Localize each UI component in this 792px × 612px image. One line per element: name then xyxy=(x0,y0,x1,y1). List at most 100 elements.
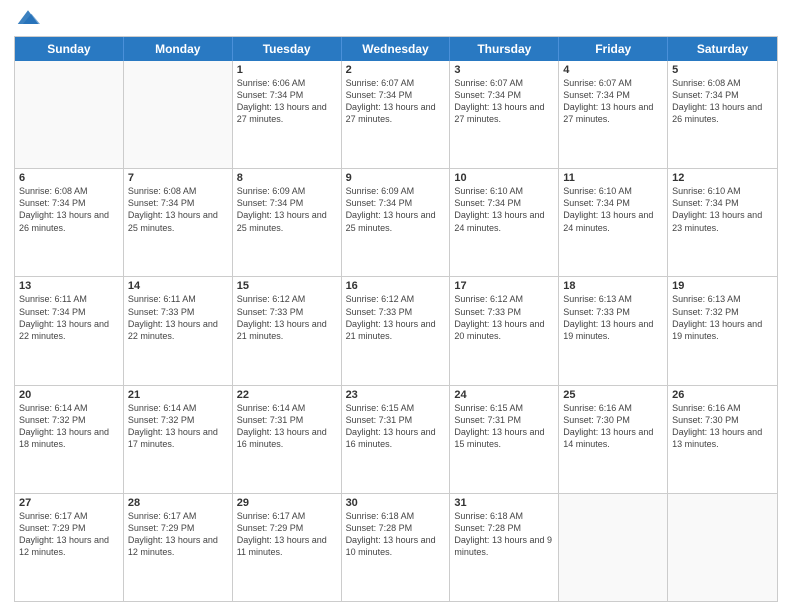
day-detail: Sunrise: 6:16 AM Sunset: 7:30 PM Dayligh… xyxy=(563,402,663,451)
calendar-header: SundayMondayTuesdayWednesdayThursdayFrid… xyxy=(15,37,777,61)
day-detail: Sunrise: 6:09 AM Sunset: 7:34 PM Dayligh… xyxy=(346,185,446,234)
day-detail: Sunrise: 6:14 AM Sunset: 7:32 PM Dayligh… xyxy=(19,402,119,451)
header-day-friday: Friday xyxy=(559,37,668,61)
calendar-cell: 2Sunrise: 6:07 AM Sunset: 7:34 PM Daylig… xyxy=(342,61,451,168)
calendar-body: 1Sunrise: 6:06 AM Sunset: 7:34 PM Daylig… xyxy=(15,61,777,601)
day-number: 11 xyxy=(563,172,663,184)
logo xyxy=(14,10,40,28)
day-detail: Sunrise: 6:11 AM Sunset: 7:33 PM Dayligh… xyxy=(128,293,228,342)
day-detail: Sunrise: 6:16 AM Sunset: 7:30 PM Dayligh… xyxy=(672,402,773,451)
day-number: 24 xyxy=(454,389,554,401)
day-number: 7 xyxy=(128,172,228,184)
day-number: 25 xyxy=(563,389,663,401)
calendar-cell: 9Sunrise: 6:09 AM Sunset: 7:34 PM Daylig… xyxy=(342,169,451,276)
day-detail: Sunrise: 6:10 AM Sunset: 7:34 PM Dayligh… xyxy=(454,185,554,234)
calendar-week-2: 6Sunrise: 6:08 AM Sunset: 7:34 PM Daylig… xyxy=(15,169,777,277)
day-number: 15 xyxy=(237,280,337,292)
day-number: 10 xyxy=(454,172,554,184)
calendar-cell: 31Sunrise: 6:18 AM Sunset: 7:28 PM Dayli… xyxy=(450,494,559,601)
day-number: 12 xyxy=(672,172,773,184)
day-detail: Sunrise: 6:12 AM Sunset: 7:33 PM Dayligh… xyxy=(346,293,446,342)
header-day-sunday: Sunday xyxy=(15,37,124,61)
day-detail: Sunrise: 6:14 AM Sunset: 7:32 PM Dayligh… xyxy=(128,402,228,451)
day-number: 18 xyxy=(563,280,663,292)
day-number: 17 xyxy=(454,280,554,292)
day-detail: Sunrise: 6:12 AM Sunset: 7:33 PM Dayligh… xyxy=(237,293,337,342)
logo-icon xyxy=(16,8,40,28)
day-number: 14 xyxy=(128,280,228,292)
day-number: 8 xyxy=(237,172,337,184)
calendar-week-5: 27Sunrise: 6:17 AM Sunset: 7:29 PM Dayli… xyxy=(15,494,777,601)
calendar-cell: 8Sunrise: 6:09 AM Sunset: 7:34 PM Daylig… xyxy=(233,169,342,276)
calendar-week-4: 20Sunrise: 6:14 AM Sunset: 7:32 PM Dayli… xyxy=(15,386,777,494)
calendar-cell xyxy=(559,494,668,601)
calendar-cell: 29Sunrise: 6:17 AM Sunset: 7:29 PM Dayli… xyxy=(233,494,342,601)
day-number: 30 xyxy=(346,497,446,509)
header-day-tuesday: Tuesday xyxy=(233,37,342,61)
day-detail: Sunrise: 6:15 AM Sunset: 7:31 PM Dayligh… xyxy=(454,402,554,451)
calendar-cell: 6Sunrise: 6:08 AM Sunset: 7:34 PM Daylig… xyxy=(15,169,124,276)
day-number: 6 xyxy=(19,172,119,184)
day-number: 19 xyxy=(672,280,773,292)
calendar-cell: 13Sunrise: 6:11 AM Sunset: 7:34 PM Dayli… xyxy=(15,277,124,384)
calendar-cell: 19Sunrise: 6:13 AM Sunset: 7:32 PM Dayli… xyxy=(668,277,777,384)
calendar-cell: 24Sunrise: 6:15 AM Sunset: 7:31 PM Dayli… xyxy=(450,386,559,493)
calendar-cell xyxy=(15,61,124,168)
calendar-cell: 3Sunrise: 6:07 AM Sunset: 7:34 PM Daylig… xyxy=(450,61,559,168)
day-detail: Sunrise: 6:08 AM Sunset: 7:34 PM Dayligh… xyxy=(672,77,773,126)
calendar-cell: 20Sunrise: 6:14 AM Sunset: 7:32 PM Dayli… xyxy=(15,386,124,493)
day-detail: Sunrise: 6:17 AM Sunset: 7:29 PM Dayligh… xyxy=(237,510,337,559)
day-number: 21 xyxy=(128,389,228,401)
calendar-cell: 18Sunrise: 6:13 AM Sunset: 7:33 PM Dayli… xyxy=(559,277,668,384)
calendar-cell: 14Sunrise: 6:11 AM Sunset: 7:33 PM Dayli… xyxy=(124,277,233,384)
page: SundayMondayTuesdayWednesdayThursdayFrid… xyxy=(0,0,792,612)
day-detail: Sunrise: 6:08 AM Sunset: 7:34 PM Dayligh… xyxy=(19,185,119,234)
day-detail: Sunrise: 6:17 AM Sunset: 7:29 PM Dayligh… xyxy=(128,510,228,559)
day-number: 5 xyxy=(672,64,773,76)
header-day-wednesday: Wednesday xyxy=(342,37,451,61)
day-number: 4 xyxy=(563,64,663,76)
day-number: 3 xyxy=(454,64,554,76)
day-number: 16 xyxy=(346,280,446,292)
calendar-cell: 21Sunrise: 6:14 AM Sunset: 7:32 PM Dayli… xyxy=(124,386,233,493)
day-detail: Sunrise: 6:06 AM Sunset: 7:34 PM Dayligh… xyxy=(237,77,337,126)
day-number: 9 xyxy=(346,172,446,184)
calendar-cell: 15Sunrise: 6:12 AM Sunset: 7:33 PM Dayli… xyxy=(233,277,342,384)
day-detail: Sunrise: 6:07 AM Sunset: 7:34 PM Dayligh… xyxy=(563,77,663,126)
day-detail: Sunrise: 6:10 AM Sunset: 7:34 PM Dayligh… xyxy=(563,185,663,234)
day-detail: Sunrise: 6:17 AM Sunset: 7:29 PM Dayligh… xyxy=(19,510,119,559)
day-detail: Sunrise: 6:09 AM Sunset: 7:34 PM Dayligh… xyxy=(237,185,337,234)
day-detail: Sunrise: 6:13 AM Sunset: 7:32 PM Dayligh… xyxy=(672,293,773,342)
day-detail: Sunrise: 6:18 AM Sunset: 7:28 PM Dayligh… xyxy=(346,510,446,559)
day-number: 27 xyxy=(19,497,119,509)
calendar-cell: 7Sunrise: 6:08 AM Sunset: 7:34 PM Daylig… xyxy=(124,169,233,276)
header xyxy=(14,10,778,28)
header-day-monday: Monday xyxy=(124,37,233,61)
calendar-week-3: 13Sunrise: 6:11 AM Sunset: 7:34 PM Dayli… xyxy=(15,277,777,385)
calendar: SundayMondayTuesdayWednesdayThursdayFrid… xyxy=(14,36,778,602)
calendar-week-1: 1Sunrise: 6:06 AM Sunset: 7:34 PM Daylig… xyxy=(15,61,777,169)
calendar-cell: 27Sunrise: 6:17 AM Sunset: 7:29 PM Dayli… xyxy=(15,494,124,601)
day-number: 31 xyxy=(454,497,554,509)
day-detail: Sunrise: 6:13 AM Sunset: 7:33 PM Dayligh… xyxy=(563,293,663,342)
day-detail: Sunrise: 6:11 AM Sunset: 7:34 PM Dayligh… xyxy=(19,293,119,342)
day-number: 28 xyxy=(128,497,228,509)
day-detail: Sunrise: 6:12 AM Sunset: 7:33 PM Dayligh… xyxy=(454,293,554,342)
day-number: 2 xyxy=(346,64,446,76)
calendar-cell: 22Sunrise: 6:14 AM Sunset: 7:31 PM Dayli… xyxy=(233,386,342,493)
day-detail: Sunrise: 6:15 AM Sunset: 7:31 PM Dayligh… xyxy=(346,402,446,451)
day-detail: Sunrise: 6:14 AM Sunset: 7:31 PM Dayligh… xyxy=(237,402,337,451)
day-number: 20 xyxy=(19,389,119,401)
calendar-cell: 17Sunrise: 6:12 AM Sunset: 7:33 PM Dayli… xyxy=(450,277,559,384)
calendar-cell: 26Sunrise: 6:16 AM Sunset: 7:30 PM Dayli… xyxy=(668,386,777,493)
day-detail: Sunrise: 6:07 AM Sunset: 7:34 PM Dayligh… xyxy=(346,77,446,126)
day-detail: Sunrise: 6:18 AM Sunset: 7:28 PM Dayligh… xyxy=(454,510,554,559)
calendar-cell: 5Sunrise: 6:08 AM Sunset: 7:34 PM Daylig… xyxy=(668,61,777,168)
calendar-cell: 25Sunrise: 6:16 AM Sunset: 7:30 PM Dayli… xyxy=(559,386,668,493)
day-number: 1 xyxy=(237,64,337,76)
header-day-thursday: Thursday xyxy=(450,37,559,61)
day-detail: Sunrise: 6:08 AM Sunset: 7:34 PM Dayligh… xyxy=(128,185,228,234)
calendar-cell: 16Sunrise: 6:12 AM Sunset: 7:33 PM Dayli… xyxy=(342,277,451,384)
calendar-cell: 12Sunrise: 6:10 AM Sunset: 7:34 PM Dayli… xyxy=(668,169,777,276)
day-detail: Sunrise: 6:10 AM Sunset: 7:34 PM Dayligh… xyxy=(672,185,773,234)
